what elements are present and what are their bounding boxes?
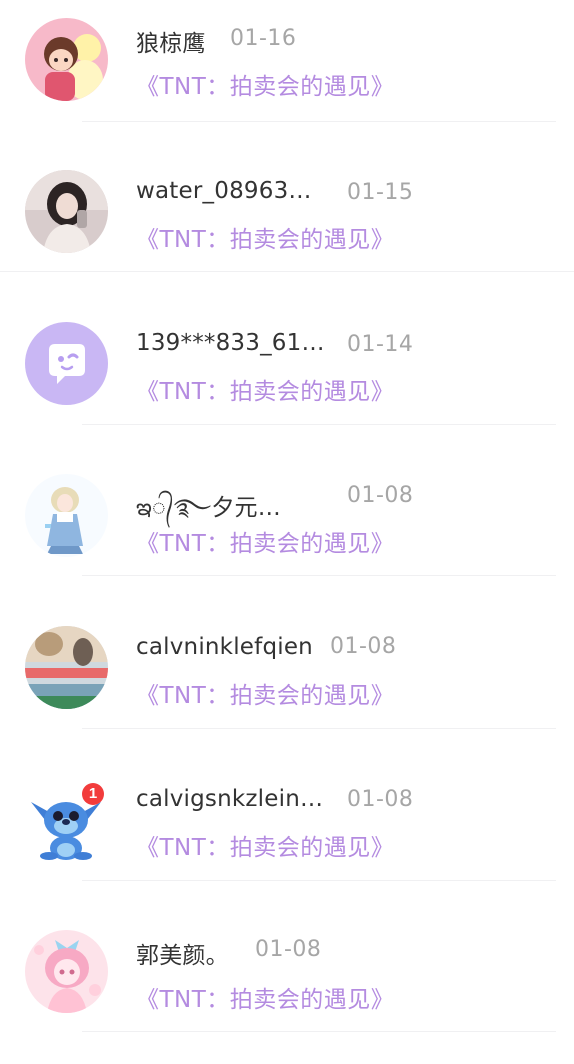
sender-name: calvigsnkzlein… xyxy=(136,786,324,812)
message-date: 01-16 xyxy=(230,26,297,51)
row-divider xyxy=(82,728,556,729)
row-divider xyxy=(0,271,574,272)
row-divider xyxy=(82,1031,556,1032)
pink-anime-girl-avatar[interactable] xyxy=(25,930,108,1013)
message-row[interactable]: calvninklefqien 01-08 《TNT：拍卖会的遇见》 xyxy=(0,608,574,760)
message-row[interactable]: ఇ᭄࿐夕元… 01-08 《TNT：拍卖会的遇见》 xyxy=(0,456,574,608)
book-title-link[interactable]: 《TNT：拍卖会的遇见》 xyxy=(136,524,394,558)
sender-name: 狼椋鹰 xyxy=(136,31,206,57)
scenery-photo-avatar[interactable] xyxy=(25,626,108,709)
default-chat-bubble-avatar[interactable] xyxy=(25,322,108,405)
anime-girl-avatar[interactable] xyxy=(25,474,108,557)
sender-name: water_08963… xyxy=(136,178,312,204)
book-title-link[interactable]: 《TNT：拍卖会的遇见》 xyxy=(136,67,394,101)
message-date: 01-14 xyxy=(347,332,414,357)
book-title-link[interactable]: 《TNT：拍卖会的遇见》 xyxy=(136,676,394,710)
sender-name: calvninklefqien xyxy=(136,634,313,660)
book-title-link[interactable]: 《TNT：拍卖会的遇见》 xyxy=(136,220,394,254)
message-date: 01-15 xyxy=(347,180,414,205)
book-title-link[interactable]: 《TNT：拍卖会的遇见》 xyxy=(136,372,394,406)
notification-badge: 1 xyxy=(82,783,104,805)
girl-selfie-avatar[interactable] xyxy=(25,170,108,253)
cartoon-couple-avatar[interactable] xyxy=(25,18,108,101)
message-row[interactable]: 郭美颜。 01-08 《TNT：拍卖会的遇见》 xyxy=(0,912,574,1064)
message-date: 01-08 xyxy=(330,634,397,659)
book-title-link[interactable]: 《TNT：拍卖会的遇见》 xyxy=(136,828,394,862)
stitch-cartoon-avatar[interactable]: 1 xyxy=(25,778,108,861)
row-divider xyxy=(82,121,556,122)
message-date: 01-08 xyxy=(255,937,322,962)
message-date: 01-08 xyxy=(347,787,414,812)
message-date: 01-08 xyxy=(347,483,414,508)
sender-name: 郭美颜。 xyxy=(136,943,229,969)
message-row[interactable]: water_08963… 01-15 《TNT：拍卖会的遇见》 xyxy=(0,152,574,304)
message-list: 狼椋鹰 01-16 《TNT：拍卖会的遇见》 water_08963… 01-1… xyxy=(0,0,574,1043)
sender-name: 139***833_61… xyxy=(136,330,325,356)
row-divider xyxy=(82,575,556,576)
message-row[interactable]: 139***833_61… 01-14 《TNT：拍卖会的遇见》 xyxy=(0,304,574,456)
message-row[interactable]: 1 calvigsnkzlein… 01-08 《TNT：拍卖会的遇见》 xyxy=(0,760,574,912)
book-title-link[interactable]: 《TNT：拍卖会的遇见》 xyxy=(136,980,394,1014)
message-row[interactable]: 狼椋鹰 01-16 《TNT：拍卖会的遇见》 xyxy=(0,0,574,152)
row-divider xyxy=(82,880,556,881)
row-divider xyxy=(82,424,556,425)
